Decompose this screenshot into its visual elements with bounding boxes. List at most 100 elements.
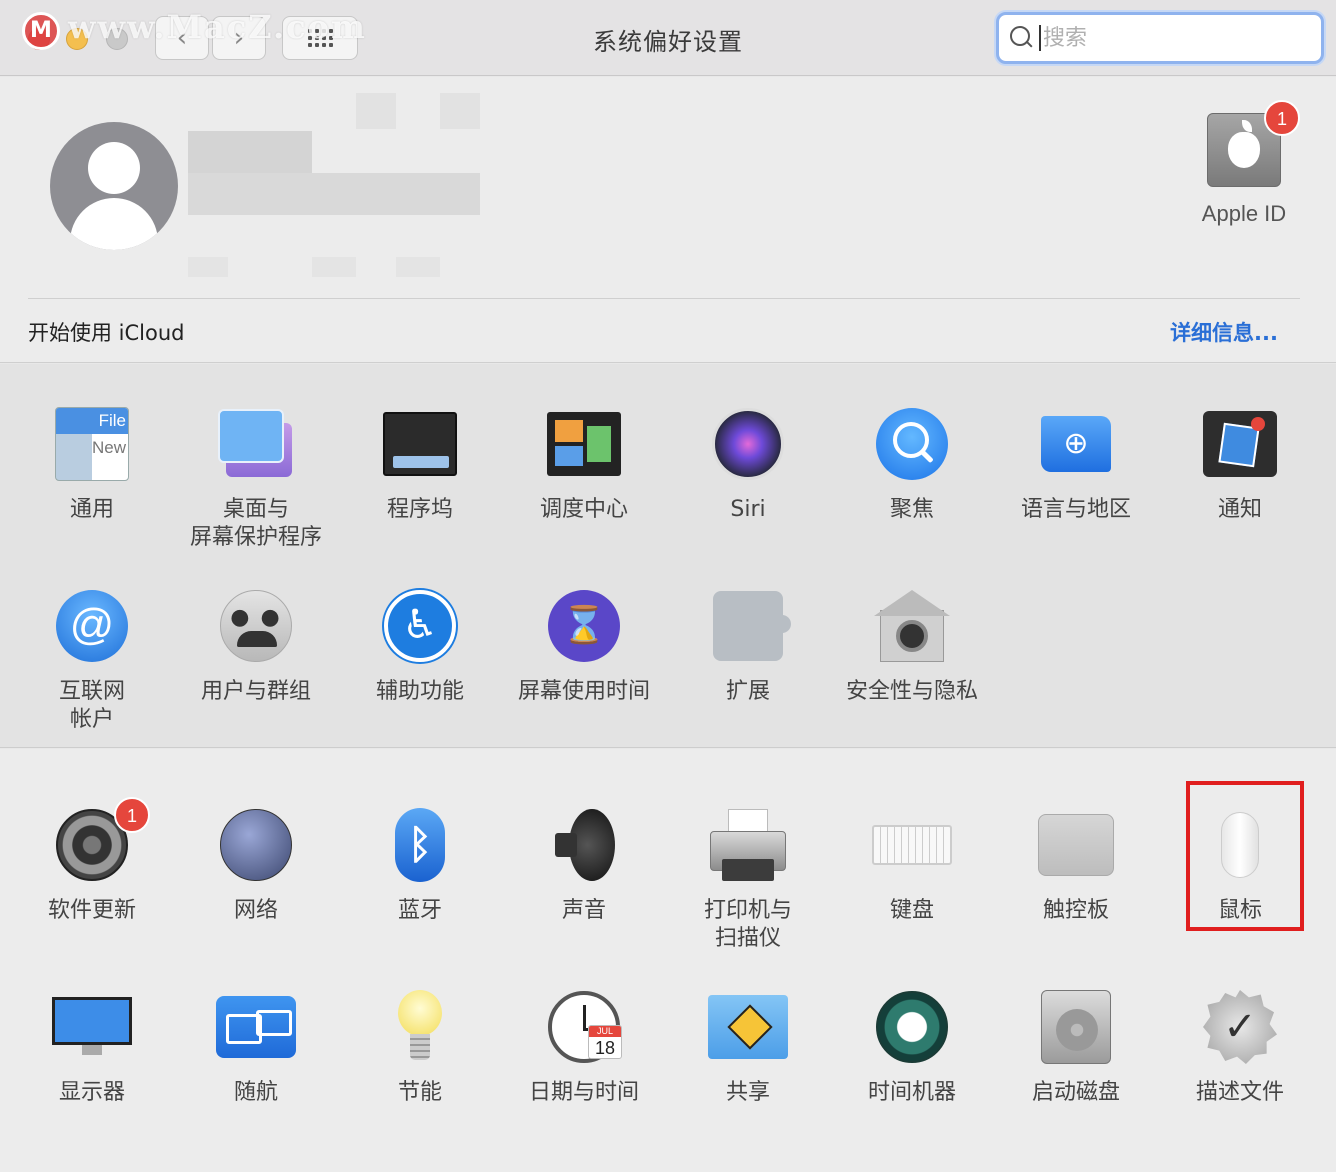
pane-internet-accounts[interactable]: @ 互联网 帐户	[10, 586, 174, 734]
screen-time-icon: ⌛	[548, 590, 620, 662]
redacted-detail	[356, 93, 396, 129]
pane-label: 共享	[725, 1080, 770, 1105]
pane-label: 安全性与隐私	[845, 679, 978, 704]
pane-label: 键盘	[889, 898, 934, 923]
pane-label: 用户与群组	[200, 679, 311, 704]
pane-label: 通知	[1217, 497, 1262, 522]
pane-label: 通用	[69, 497, 114, 522]
checkmark-icon: ✓	[1223, 1004, 1257, 1050]
pane-spotlight[interactable]: 聚焦	[830, 404, 994, 524]
sidecar-icon	[216, 996, 296, 1058]
pane-label: 随航	[233, 1080, 278, 1105]
search-input[interactable]	[1043, 25, 1313, 51]
redacted-detail	[312, 257, 356, 277]
pane-energy-saver[interactable]: 节能	[338, 987, 502, 1107]
pane-label: 触控板	[1042, 898, 1109, 923]
redacted-name	[188, 131, 312, 173]
mission-control-icon	[547, 412, 621, 476]
pane-sharing[interactable]: 共享	[666, 987, 830, 1107]
apple-id-icon: 1	[1207, 100, 1300, 187]
pane-label: Siri	[730, 497, 766, 522]
pane-label: 互联网 帐户	[58, 679, 125, 732]
pane-mission-control[interactable]: 调度中心	[502, 404, 666, 524]
dock-icon	[383, 412, 457, 476]
pane-trackpad[interactable]: 触控板	[994, 805, 1158, 925]
general-icon: File New	[55, 407, 129, 481]
desktop-icon	[218, 409, 294, 479]
pane-notifications[interactable]: 通知	[1158, 404, 1322, 524]
pane-label: 语言与地区	[1020, 497, 1131, 522]
extensions-icon	[713, 591, 791, 661]
pane-software-update[interactable]: 1 软件更新	[10, 797, 174, 925]
language-region-icon: ⊕	[1041, 416, 1111, 472]
accessibility-icon: ♿	[384, 590, 456, 662]
calendar-icon: JUL 18	[588, 1025, 622, 1059]
pane-bluetooth[interactable]: ᛒ 蓝牙	[338, 805, 502, 925]
pane-startup-disk[interactable]: 启动磁盘	[994, 987, 1158, 1107]
pane-desktop-screensaver[interactable]: 桌面与 屏幕保护程序	[174, 404, 338, 552]
pane-network[interactable]: 网络	[174, 805, 338, 925]
network-icon	[220, 809, 292, 881]
pane-label: 桌面与 屏幕保护程序	[189, 497, 322, 550]
pane-date-time[interactable]: JUL 18 日期与时间	[502, 987, 666, 1107]
pane-general[interactable]: File New 通用	[10, 404, 174, 524]
pane-extensions[interactable]: 扩展	[666, 586, 830, 706]
pane-label: 辅助功能	[375, 679, 464, 704]
sound-icon	[549, 809, 619, 881]
pane-label: 声音	[561, 898, 606, 923]
search-field[interactable]	[996, 12, 1324, 64]
pane-label: 调度中心	[539, 497, 628, 522]
details-link[interactable]: 详细信息...	[1170, 317, 1278, 347]
redacted-name	[188, 173, 480, 215]
pane-sidecar[interactable]: 随航	[174, 987, 338, 1107]
icloud-prompt: 开始使用 iCloud	[28, 321, 185, 345]
pane-label: 描述文件	[1195, 1080, 1284, 1105]
pane-displays[interactable]: 显示器	[10, 987, 174, 1107]
apple-logo-icon	[1228, 120, 1260, 168]
pane-profiles[interactable]: ✓ 描述文件	[1158, 987, 1322, 1107]
trackpad-icon	[1038, 814, 1114, 876]
search-icon	[1009, 25, 1035, 51]
pane-time-machine[interactable]: 时间机器	[830, 987, 994, 1107]
pane-label: 软件更新	[47, 898, 136, 923]
account-section: 1 Apple ID 开始使用 iCloud 详细信息...	[0, 77, 1336, 363]
pane-sound[interactable]: 声音	[502, 805, 666, 925]
pane-label: 时间机器	[867, 1080, 956, 1105]
title-bar: M ‹ › www.MacZ.com 系统偏好设置	[0, 0, 1336, 76]
pane-printers-scanners[interactable]: 打印机与 扫描仪	[666, 805, 830, 953]
sharing-icon	[708, 995, 788, 1059]
redacted-detail	[440, 93, 480, 129]
avatar[interactable]	[50, 122, 178, 250]
pane-label: 日期与时间	[528, 1080, 639, 1105]
spotlight-icon	[876, 408, 948, 480]
pane-label: 节能	[397, 1080, 442, 1105]
pane-accessibility[interactable]: ♿ 辅助功能	[338, 586, 502, 706]
pane-dock[interactable]: 程序坞	[338, 404, 502, 524]
pane-label: 打印机与 扫描仪	[703, 898, 792, 951]
time-machine-icon	[876, 991, 948, 1063]
pane-screen-time[interactable]: ⌛ 屏幕使用时间	[502, 586, 666, 706]
internet-accounts-icon: @	[56, 590, 128, 662]
notification-badge: 1	[114, 797, 150, 833]
redacted-detail	[188, 257, 228, 277]
siri-icon	[712, 408, 784, 480]
keyboard-icon	[872, 825, 952, 865]
pane-language-region[interactable]: ⊕ 语言与地区	[994, 404, 1158, 524]
apple-id-label: Apple ID	[1201, 201, 1287, 226]
pane-label: 网络	[233, 898, 278, 923]
redacted-detail	[396, 257, 440, 277]
pane-security-privacy[interactable]: 安全性与隐私	[830, 586, 994, 706]
pane-siri[interactable]: Siri	[666, 404, 830, 524]
notification-badge: 1	[1264, 100, 1300, 136]
pane-users-groups[interactable]: 用户与群组	[174, 586, 338, 706]
pane-label: 显示器	[58, 1080, 125, 1105]
divider	[28, 298, 1300, 299]
energy-saver-icon	[398, 990, 442, 1064]
pane-label: 屏幕使用时间	[517, 679, 650, 704]
pane-label: 蓝牙	[397, 898, 442, 923]
pane-label: 程序坞	[386, 497, 453, 522]
apple-id-pane[interactable]: 1 Apple ID	[1196, 100, 1300, 227]
pane-keyboard[interactable]: 键盘	[830, 805, 994, 925]
mouse-highlight-box	[1186, 781, 1304, 931]
security-privacy-icon	[874, 590, 950, 662]
